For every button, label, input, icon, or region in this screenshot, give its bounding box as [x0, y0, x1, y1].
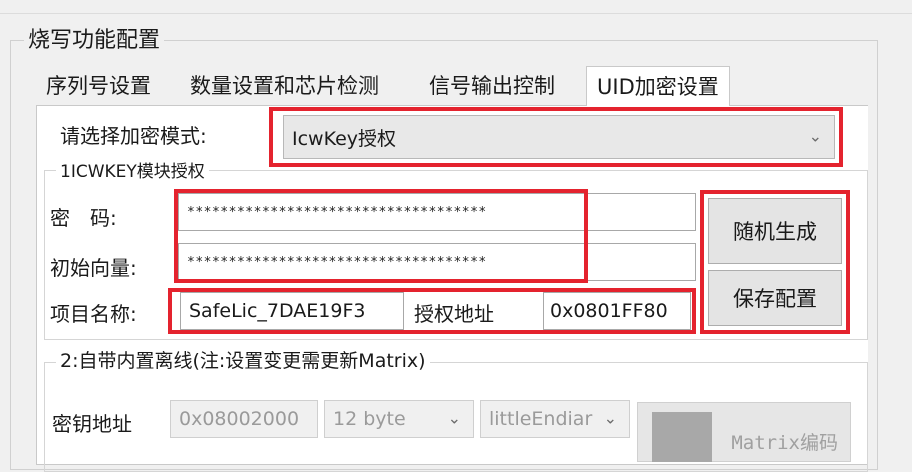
- chevron-down-icon: ⌄: [603, 408, 617, 428]
- icwkey-auth-title: 1ICWKEY模块授权: [56, 157, 209, 182]
- chevron-down-icon: ⌄: [808, 126, 822, 146]
- password-label: 密 码:: [50, 206, 117, 230]
- encrypt-mode-label: 请选择加密模式:: [60, 124, 207, 148]
- offline-builtin-title: 2:自带内置离线(注:设置变更需更新Matrix): [56, 346, 430, 373]
- tab-quantity-chip-check[interactable]: 数量设置和芯片检测: [180, 66, 389, 106]
- key-address-label: 密钥地址: [52, 412, 132, 436]
- buttons-highlight: [700, 190, 850, 334]
- burn-config-title: 烧写功能配置: [24, 22, 165, 54]
- tab-uid-encrypt[interactable]: UID加密设置: [586, 66, 730, 106]
- matrix-encode-label: Matrix编码: [731, 431, 838, 454]
- endian-value: littleEndiar: [489, 408, 593, 430]
- iv-label: 初始向量:: [50, 256, 137, 280]
- bytes-select[interactable]: 12 byte ⌄: [324, 400, 474, 438]
- password-iv-highlight: [174, 189, 588, 283]
- bytes-value: 12 byte: [333, 408, 406, 430]
- encrypt-mode-select[interactable]: IcwKey授权 ⌄: [283, 115, 835, 159]
- chevron-down-icon: ⌄: [447, 408, 461, 428]
- endian-select[interactable]: littleEndiar ⌄: [480, 400, 630, 438]
- encrypt-mode-value: IcwKey授权: [292, 127, 397, 150]
- tab-signal-output[interactable]: 信号输出控制: [419, 66, 565, 106]
- key-address-field[interactable]: 0x08002000: [170, 400, 318, 438]
- top-panel-edge: [0, 0, 912, 14]
- project-auth-highlight: [168, 288, 696, 334]
- key-address-value: 0x08002000: [179, 408, 300, 430]
- project-name-label: 项目名称:: [50, 302, 137, 326]
- tab-serial-number[interactable]: 序列号设置: [36, 66, 161, 106]
